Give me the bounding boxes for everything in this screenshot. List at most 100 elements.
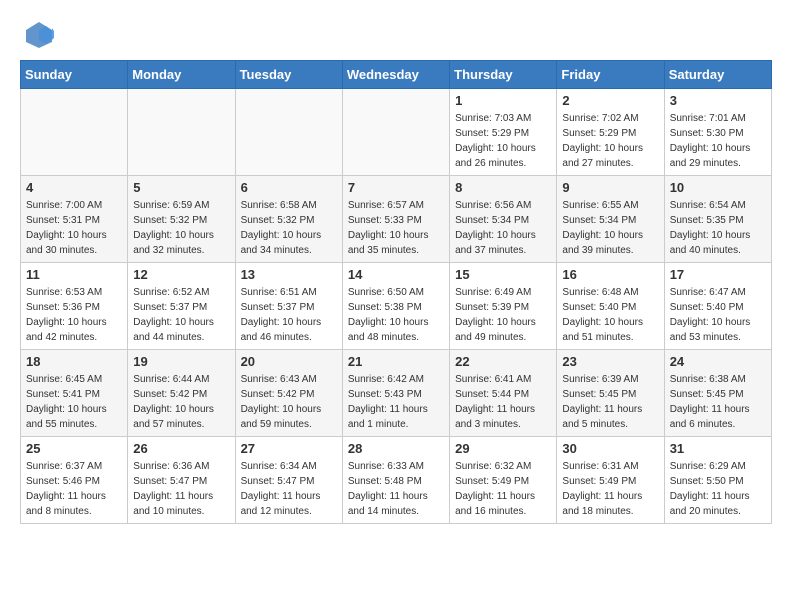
calendar-cell: 21 Sunrise: 6:42 AMSunset: 5:43 PMDayligh… bbox=[342, 350, 449, 437]
day-number: 20 bbox=[241, 354, 337, 369]
day-number: 19 bbox=[133, 354, 229, 369]
day-info: Sunrise: 6:50 AMSunset: 5:38 PMDaylight:… bbox=[348, 285, 444, 345]
calendar-week-2: 11 Sunrise: 6:53 AMSunset: 5:36 PMDayligh… bbox=[21, 263, 772, 350]
day-number: 27 bbox=[241, 441, 337, 456]
calendar-cell: 31Sunrise: 6:29 AMSunset: 5:50 PMDayligh… bbox=[664, 437, 771, 524]
calendar-week-4: 25 Sunrise: 6:37 AMSunset: 5:46 PMDayligh… bbox=[21, 437, 772, 524]
weekday-header-saturday: Saturday bbox=[664, 61, 771, 89]
day-number: 4 bbox=[26, 180, 122, 195]
calendar-cell: 11 Sunrise: 6:53 AMSunset: 5:36 PMDayligh… bbox=[21, 263, 128, 350]
day-info: Sunrise: 6:47 AMSunset: 5:40 PMDaylight:… bbox=[670, 285, 766, 345]
day-number: 17 bbox=[670, 267, 766, 282]
day-number: 22 bbox=[455, 354, 551, 369]
calendar-cell: 12 Sunrise: 6:52 AMSunset: 5:37 PMDayligh… bbox=[128, 263, 235, 350]
day-info: Sunrise: 6:48 AMSunset: 5:40 PMDaylight:… bbox=[562, 285, 658, 345]
calendar-cell: 1Sunrise: 7:03 AMSunset: 5:29 PMDaylight… bbox=[450, 89, 557, 176]
day-number: 30 bbox=[562, 441, 658, 456]
day-info: Sunrise: 6:31 AMSunset: 5:49 PMDaylight:… bbox=[562, 459, 658, 519]
day-number: 23 bbox=[562, 354, 658, 369]
day-info: Sunrise: 6:34 AMSunset: 5:47 PMDaylight:… bbox=[241, 459, 337, 519]
day-number: 11 bbox=[26, 267, 122, 282]
calendar-cell: 25 Sunrise: 6:37 AMSunset: 5:46 PMDayligh… bbox=[21, 437, 128, 524]
day-info: Sunrise: 6:51 AMSunset: 5:37 PMDaylight:… bbox=[241, 285, 337, 345]
calendar-cell: 3Sunrise: 7:01 AMSunset: 5:30 PMDaylight… bbox=[664, 89, 771, 176]
day-info: Sunrise: 6:58 AMSunset: 5:32 PMDaylight:… bbox=[241, 198, 337, 258]
day-info: Sunrise: 6:53 AMSunset: 5:36 PMDaylight:… bbox=[26, 285, 122, 345]
day-number: 18 bbox=[26, 354, 122, 369]
logo bbox=[20, 20, 54, 50]
calendar-cell bbox=[21, 89, 128, 176]
day-number: 1 bbox=[455, 93, 551, 108]
day-info: Sunrise: 7:02 AMSunset: 5:29 PMDaylight:… bbox=[562, 111, 658, 171]
day-info: Sunrise: 6:54 AMSunset: 5:35 PMDaylight:… bbox=[670, 198, 766, 258]
day-info: Sunrise: 6:29 AMSunset: 5:50 PMDaylight:… bbox=[670, 459, 766, 519]
day-info: Sunrise: 6:37 AMSunset: 5:46 PMDaylight:… bbox=[26, 459, 122, 519]
calendar-cell: 20 Sunrise: 6:43 AMSunset: 5:42 PMDayligh… bbox=[235, 350, 342, 437]
header bbox=[20, 20, 772, 50]
calendar-cell: 29 Sunrise: 6:32 AMSunset: 5:49 PMDayligh… bbox=[450, 437, 557, 524]
day-info: Sunrise: 6:39 AMSunset: 5:45 PMDaylight:… bbox=[562, 372, 658, 432]
calendar-cell: 30 Sunrise: 6:31 AMSunset: 5:49 PMDayligh… bbox=[557, 437, 664, 524]
day-number: 26 bbox=[133, 441, 229, 456]
calendar-cell: 26 Sunrise: 6:36 AMSunset: 5:47 PMDayligh… bbox=[128, 437, 235, 524]
calendar-cell: 2 Sunrise: 7:02 AMSunset: 5:29 PMDaylight… bbox=[557, 89, 664, 176]
calendar-cell: 17 Sunrise: 6:47 AMSunset: 5:40 PMDayligh… bbox=[664, 263, 771, 350]
calendar-cell: 14 Sunrise: 6:50 AMSunset: 5:38 PMDayligh… bbox=[342, 263, 449, 350]
day-number: 15 bbox=[455, 267, 551, 282]
day-info: Sunrise: 6:42 AMSunset: 5:43 PMDaylight:… bbox=[348, 372, 444, 432]
calendar-cell: 18 Sunrise: 6:45 AMSunset: 5:41 PMDayligh… bbox=[21, 350, 128, 437]
day-info: Sunrise: 6:49 AMSunset: 5:39 PMDaylight:… bbox=[455, 285, 551, 345]
day-number: 9 bbox=[562, 180, 658, 195]
day-info: Sunrise: 7:00 AMSunset: 5:31 PMDaylight:… bbox=[26, 198, 122, 258]
day-info: Sunrise: 6:59 AMSunset: 5:32 PMDaylight:… bbox=[133, 198, 229, 258]
day-info: Sunrise: 6:45 AMSunset: 5:41 PMDaylight:… bbox=[26, 372, 122, 432]
calendar-week-3: 18 Sunrise: 6:45 AMSunset: 5:41 PMDayligh… bbox=[21, 350, 772, 437]
day-number: 21 bbox=[348, 354, 444, 369]
day-number: 5 bbox=[133, 180, 229, 195]
calendar-table: SundayMondayTuesdayWednesdayThursdayFrid… bbox=[20, 60, 772, 524]
calendar-cell bbox=[128, 89, 235, 176]
weekday-header-thursday: Thursday bbox=[450, 61, 557, 89]
day-number: 28 bbox=[348, 441, 444, 456]
day-number: 13 bbox=[241, 267, 337, 282]
logo-icon bbox=[24, 20, 54, 50]
day-info: Sunrise: 6:43 AMSunset: 5:42 PMDaylight:… bbox=[241, 372, 337, 432]
weekday-header-wednesday: Wednesday bbox=[342, 61, 449, 89]
day-number: 2 bbox=[562, 93, 658, 108]
weekday-header-friday: Friday bbox=[557, 61, 664, 89]
day-info: Sunrise: 6:57 AMSunset: 5:33 PMDaylight:… bbox=[348, 198, 444, 258]
day-number: 10 bbox=[670, 180, 766, 195]
day-info: Sunrise: 6:32 AMSunset: 5:49 PMDaylight:… bbox=[455, 459, 551, 519]
calendar-cell: 5 Sunrise: 6:59 AMSunset: 5:32 PMDaylight… bbox=[128, 176, 235, 263]
calendar-cell: 7 Sunrise: 6:57 AMSunset: 5:33 PMDaylight… bbox=[342, 176, 449, 263]
calendar-cell bbox=[235, 89, 342, 176]
day-info: Sunrise: 7:01 AMSunset: 5:30 PMDaylight:… bbox=[670, 111, 766, 171]
calendar-cell: 27 Sunrise: 6:34 AMSunset: 5:47 PMDayligh… bbox=[235, 437, 342, 524]
calendar-cell: 6 Sunrise: 6:58 AMSunset: 5:32 PMDaylight… bbox=[235, 176, 342, 263]
day-number: 25 bbox=[26, 441, 122, 456]
day-number: 12 bbox=[133, 267, 229, 282]
weekday-header-monday: Monday bbox=[128, 61, 235, 89]
day-info: Sunrise: 6:56 AMSunset: 5:34 PMDaylight:… bbox=[455, 198, 551, 258]
day-number: 6 bbox=[241, 180, 337, 195]
day-info: Sunrise: 6:52 AMSunset: 5:37 PMDaylight:… bbox=[133, 285, 229, 345]
calendar-week-0: 1Sunrise: 7:03 AMSunset: 5:29 PMDaylight… bbox=[21, 89, 772, 176]
day-number: 8 bbox=[455, 180, 551, 195]
day-number: 7 bbox=[348, 180, 444, 195]
day-info: Sunrise: 6:36 AMSunset: 5:47 PMDaylight:… bbox=[133, 459, 229, 519]
calendar-cell: 23 Sunrise: 6:39 AMSunset: 5:45 PMDayligh… bbox=[557, 350, 664, 437]
day-info: Sunrise: 6:41 AMSunset: 5:44 PMDaylight:… bbox=[455, 372, 551, 432]
calendar-cell: 10 Sunrise: 6:54 AMSunset: 5:35 PMDayligh… bbox=[664, 176, 771, 263]
calendar-cell: 9Sunrise: 6:55 AMSunset: 5:34 PMDaylight… bbox=[557, 176, 664, 263]
calendar-cell: 4 Sunrise: 7:00 AMSunset: 5:31 PMDaylight… bbox=[21, 176, 128, 263]
day-info: Sunrise: 6:33 AMSunset: 5:48 PMDaylight:… bbox=[348, 459, 444, 519]
calendar-cell: 8 Sunrise: 6:56 AMSunset: 5:34 PMDaylight… bbox=[450, 176, 557, 263]
calendar-cell: 22 Sunrise: 6:41 AMSunset: 5:44 PMDayligh… bbox=[450, 350, 557, 437]
calendar-cell: 16 Sunrise: 6:48 AMSunset: 5:40 PMDayligh… bbox=[557, 263, 664, 350]
calendar-cell: 24Sunrise: 6:38 AMSunset: 5:45 PMDayligh… bbox=[664, 350, 771, 437]
weekday-header-sunday: Sunday bbox=[21, 61, 128, 89]
day-number: 14 bbox=[348, 267, 444, 282]
calendar-cell bbox=[342, 89, 449, 176]
day-number: 16 bbox=[562, 267, 658, 282]
day-number: 29 bbox=[455, 441, 551, 456]
